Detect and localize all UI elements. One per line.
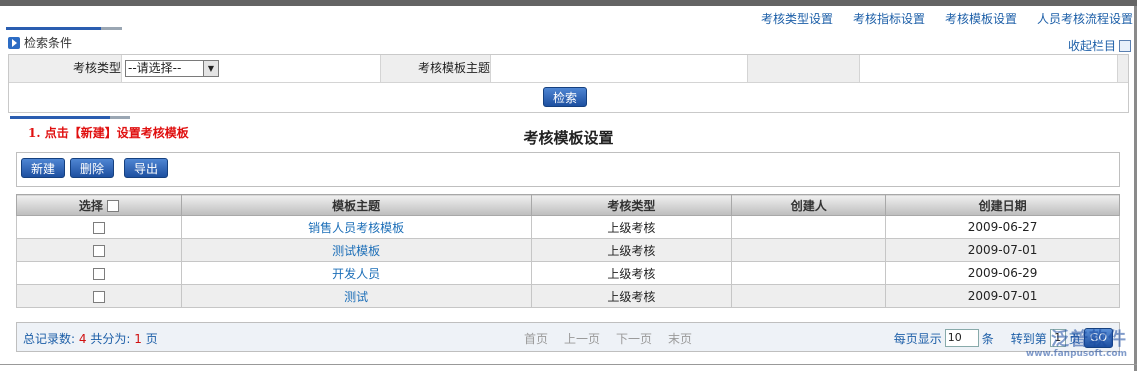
per-page-input[interactable]: 10 [944, 329, 979, 347]
pages-label: 共分为: [90, 332, 131, 346]
pager-nav: 首页 上一页 下一页 末页 [524, 330, 692, 347]
last-page-link[interactable]: 末页 [668, 330, 692, 347]
collapse-icon[interactable] [1119, 39, 1131, 52]
table-row: 测试模板 上级考核 2009-07-01 [16, 238, 1120, 262]
search-section-header: 检索条件 [8, 34, 72, 51]
row-subject-link[interactable]: 开发人员 [332, 267, 380, 281]
link-type-settings[interactable]: 考核类型设置 [761, 10, 833, 26]
type-cell: --请选择-- ▼ [121, 55, 381, 82]
template-input[interactable] [490, 55, 748, 82]
row-date: 2009-07-01 [885, 238, 1120, 262]
row-creator [731, 238, 887, 262]
search-section-title: 检索条件 [24, 36, 73, 50]
total-label: 总记录数: [23, 332, 76, 346]
empty-input-cell [859, 55, 1118, 82]
type-select[interactable]: --请选择-- ▼ [125, 60, 219, 77]
link-flow-settings[interactable]: 人员考核流程设置 [1037, 10, 1133, 26]
row-type: 上级考核 [530, 238, 733, 262]
total-count: 4 [78, 332, 87, 346]
link-indicator-settings[interactable]: 考核指标设置 [853, 10, 925, 26]
collapse-label[interactable]: 收起栏目 [1068, 37, 1116, 54]
row-subject-cell: 销售人员考核模板 [180, 215, 532, 239]
row-type: 上级考核 [530, 215, 733, 239]
table-row: 测试 上级考核 2009-07-01 [16, 284, 1120, 308]
template-label: 考核模板主题 [417, 61, 490, 75]
header-subject: 模板主题 [180, 194, 532, 216]
row-creator [731, 215, 887, 239]
section-divider [6, 27, 122, 30]
new-button[interactable]: 新建 [21, 158, 66, 178]
row-subject-link[interactable]: 测试模板 [332, 244, 380, 258]
search-row: 考核类型 --请选择-- ▼ 考核模板主题 [9, 55, 1128, 83]
row-creator [731, 284, 887, 308]
collapse-toggle[interactable]: 收起栏目 [1068, 37, 1131, 54]
pager: 总记录数: 4 共分为: 1 页 首页 上一页 下一页 末页 每页显示 10 条… [16, 322, 1120, 352]
row-creator [731, 261, 887, 285]
row-date: 2009-06-29 [885, 261, 1120, 285]
row-subject-cell: 开发人员 [180, 261, 532, 285]
row-select-cell [16, 238, 182, 262]
row-date: 2009-07-01 [885, 284, 1120, 308]
watermark-brand: 泛普软件 [1051, 329, 1127, 350]
row-select-cell [16, 261, 182, 285]
per-page-label: 每页显示 [893, 331, 942, 346]
page-count: 1 [134, 332, 142, 346]
list-divider [10, 116, 130, 119]
pager-summary: 总记录数: 4 共分为: 1 页 [23, 330, 158, 347]
dropdown-arrow-icon[interactable]: ▼ [203, 61, 218, 76]
header-date: 创建日期 [885, 194, 1120, 216]
top-bar [0, 0, 1137, 6]
search-button[interactable]: 检索 [543, 87, 588, 107]
page-unit: 页 [145, 332, 158, 346]
export-button[interactable]: 导出 [124, 158, 169, 178]
delete-button[interactable]: 删除 [70, 158, 115, 178]
row-subject-link[interactable]: 测试 [344, 290, 368, 304]
expand-arrow-icon [8, 36, 20, 49]
table-header: 选择 模板主题 考核类型 创建人 创建日期 [16, 194, 1120, 216]
table-row: 销售人员考核模板 上级考核 2009-06-27 [16, 215, 1120, 239]
header-select: 选择 [16, 194, 182, 216]
row-subject-cell: 测试 [180, 284, 532, 308]
row-checkbox[interactable] [92, 221, 105, 234]
top-nav: 考核类型设置 考核指标设置 考核模板设置 人员考核流程设置 [761, 10, 1133, 26]
row-checkbox[interactable] [92, 267, 105, 280]
watermark: 泛普软件 www.fanpusoft.com [1026, 325, 1127, 359]
search-panel: 考核类型 --请选择-- ▼ 考核模板主题 检索 [8, 54, 1129, 113]
toolbar: 新建 删除 导出 [16, 152, 1120, 187]
type-select-value: --请选择-- [128, 61, 182, 75]
per-page-unit: 条 [981, 331, 994, 346]
table-row: 开发人员 上级考核 2009-06-29 [16, 261, 1120, 285]
row-select-cell [16, 215, 182, 239]
page-title: 考核模板设置 [523, 129, 614, 147]
type-label: 考核类型 [72, 61, 121, 75]
row-subject-cell: 测试模板 [180, 238, 532, 262]
row-checkbox[interactable] [92, 290, 105, 303]
next-page-link[interactable]: 下一页 [616, 330, 652, 347]
row-subject-link[interactable]: 销售人员考核模板 [308, 221, 404, 235]
watermark-url: www.fanpusoft.com [1025, 349, 1127, 359]
row-date: 2009-06-27 [885, 215, 1120, 239]
template-table: 选择 模板主题 考核类型 创建人 创建日期 销售人员考核模板 上级考核 2009… [16, 194, 1120, 308]
header-creator: 创建人 [731, 194, 887, 216]
row-checkbox[interactable] [92, 244, 105, 257]
bottom-border [0, 364, 1137, 365]
select-all-checkbox[interactable] [107, 200, 120, 212]
row-type: 上级考核 [530, 284, 733, 308]
row-select-cell [16, 284, 182, 308]
row-type: 上级考核 [530, 261, 733, 285]
header-type: 考核类型 [530, 194, 733, 216]
link-template-settings[interactable]: 考核模板设置 [945, 10, 1017, 26]
empty-label-cell [747, 55, 859, 82]
first-page-link[interactable]: 首页 [524, 330, 548, 347]
prev-page-link[interactable]: 上一页 [564, 330, 600, 347]
